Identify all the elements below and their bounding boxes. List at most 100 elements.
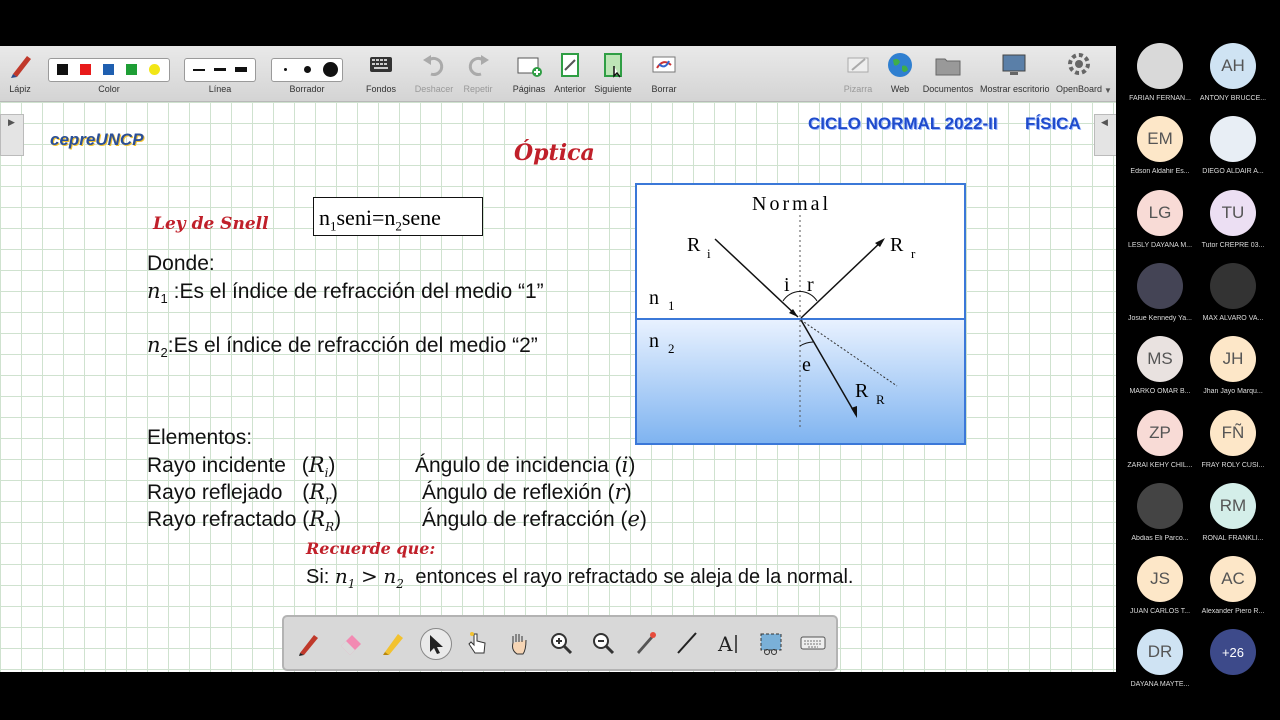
participant-name: MARKO OMAR B... xyxy=(1129,388,1191,396)
board-button[interactable]: Pizarra xyxy=(840,50,876,94)
n2-symbol: n xyxy=(147,333,161,357)
hand-tool[interactable] xyxy=(504,628,534,658)
left-palette-handle[interactable]: ▶ xyxy=(0,114,24,156)
snell-formula-box: n1seni=n2sene xyxy=(313,197,483,236)
participant-tile[interactable]: Josue Kennedy Ya... xyxy=(1123,262,1197,322)
n1-label: n xyxy=(649,287,659,309)
rule-n1: n xyxy=(334,564,348,588)
participant-tile[interactable]: +26 xyxy=(1196,629,1270,681)
line-tool[interactable] xyxy=(672,628,702,658)
zoom-out-tool[interactable] xyxy=(588,628,618,658)
line-medium-option[interactable] xyxy=(214,68,226,71)
angle-i-label: i xyxy=(784,274,790,296)
participant-name: Josue Kennedy Ya... xyxy=(1128,314,1192,322)
n1-text: :Es el índice de refracción del medio “1… xyxy=(173,280,544,303)
documents-button[interactable]: Documentos xyxy=(922,50,974,94)
subject-label: FÍSICA xyxy=(1025,114,1081,133)
pen-tool[interactable] xyxy=(294,628,324,658)
participant-initials: JH xyxy=(1222,349,1244,369)
laser-pointer-tool[interactable] xyxy=(630,628,660,658)
clear-button[interactable]: Borrar xyxy=(646,50,682,94)
eraser-small-option[interactable] xyxy=(284,68,287,71)
pencil-tool[interactable]: Lápiz xyxy=(4,50,36,94)
participant-tile[interactable]: DR DAYANA MAYTE... xyxy=(1123,629,1197,688)
line-thick-option[interactable] xyxy=(235,67,247,72)
participant-name: MAX ALVARO VA... xyxy=(1202,314,1264,322)
n2-label: n xyxy=(649,330,659,352)
participant-name: ANTONY BRUCCE... xyxy=(1199,95,1267,102)
formula-middle: seni=n xyxy=(336,205,396,230)
participant-tile[interactable]: MS MARKO OMAR B... xyxy=(1123,336,1197,395)
participant-tile[interactable]: FARIAN FERNAN... xyxy=(1123,43,1197,102)
line-thin-option[interactable] xyxy=(193,69,205,71)
menu-chevron-down-icon[interactable]: ▼ xyxy=(1104,86,1112,95)
color-swatch-green[interactable] xyxy=(126,64,137,75)
participant-tile[interactable]: DIEGO ALDAIR A... xyxy=(1196,116,1270,175)
participant-tile[interactable]: AH ANTONY BRUCCE... xyxy=(1196,43,1270,102)
participant-tile[interactable]: JS JUAN CARLOS T... xyxy=(1123,556,1197,615)
right-palette-handle[interactable]: ◀ xyxy=(1094,114,1116,156)
web-button[interactable]: Web xyxy=(882,50,918,94)
next-page-button[interactable]: Siguiente xyxy=(593,50,633,94)
board-icon xyxy=(847,57,869,73)
n2-symbol-sub: 2 xyxy=(160,345,168,361)
participant-avatar: RM xyxy=(1210,482,1256,529)
color-swatch-blue[interactable] xyxy=(103,64,114,75)
n1-label-sub: 1 xyxy=(668,298,675,313)
highlighter-tool[interactable] xyxy=(378,628,408,658)
laser-pointer-icon xyxy=(637,632,656,654)
text-tool[interactable]: A xyxy=(714,628,744,658)
interact-tool[interactable] xyxy=(462,628,492,658)
color-swatch-red[interactable] xyxy=(80,64,91,75)
participant-name: Alexander Piero R... xyxy=(1201,608,1265,616)
eraser-medium-option[interactable] xyxy=(304,66,311,73)
pages-button[interactable]: Páginas xyxy=(510,50,548,94)
course-header: CICLO NORMAL 2022-II xyxy=(808,114,998,133)
redo-button[interactable]: Repetir xyxy=(458,50,498,94)
collapse-arrow-icon: ◀ xyxy=(1101,117,1108,127)
previous-page-button[interactable]: Anterior xyxy=(552,50,588,94)
angle-name: Ángulo de refracción xyxy=(422,508,615,531)
participant-name: Abdias Eli Parco... xyxy=(1131,534,1189,542)
participant-tile[interactable]: LG LESLY DAYANA M... xyxy=(1123,189,1197,249)
ray-name: Rayo reflejado xyxy=(147,481,283,504)
participant-tile[interactable]: AC Alexander Piero R... xyxy=(1196,556,1270,615)
zoom-in-tool[interactable] xyxy=(546,628,576,658)
color-palette xyxy=(48,58,170,82)
capture-tool[interactable] xyxy=(756,628,786,658)
cepre-logo: cepreUNCP xyxy=(50,130,144,149)
element-row: Rayo reflejado (Rr) xyxy=(147,480,338,508)
where-label: Donde: xyxy=(147,252,215,275)
openboard-menu-button[interactable]: OpenBoard xyxy=(1054,50,1104,94)
n1-symbol: n xyxy=(147,279,161,303)
selector-tool[interactable] xyxy=(420,628,452,660)
participant-tile[interactable]: RM RONAL FRANKLI... xyxy=(1196,482,1270,542)
ray-name: Rayo incidente xyxy=(147,454,286,477)
participant-tile[interactable]: FÑ FRAY ROLY CUSI... xyxy=(1196,409,1270,469)
participant-tile[interactable]: TU Tutor CREPRE 03... xyxy=(1196,189,1270,249)
participant-photo xyxy=(1210,262,1256,309)
color-swatch-black[interactable] xyxy=(57,64,68,75)
participant-tile[interactable]: JH Jhan Jayo Marqu... xyxy=(1196,336,1270,395)
eraser-large-option[interactable] xyxy=(323,62,338,77)
color-swatch-yellow[interactable] xyxy=(149,64,160,75)
participant-tile[interactable]: EM Edson Aldahir Es... xyxy=(1123,116,1197,175)
svg-text:A: A xyxy=(717,632,733,656)
whiteboard-page[interactable]: ▶ ◀ cepreUNCP CICLO NORMAL 2022-II FÍSIC… xyxy=(0,102,1116,672)
participant-name: Tutor CREPRE 03... xyxy=(1201,241,1265,249)
angle-symbol: r xyxy=(614,480,625,504)
n2-definition: n2:Es el índice de refracción del medio … xyxy=(147,333,538,360)
participant-tile[interactable]: MAX ALVARO VA... xyxy=(1196,262,1270,322)
participant-tile[interactable]: ZP ZARAI KEHY CHIL... xyxy=(1123,409,1197,469)
undo-button[interactable]: Deshacer xyxy=(414,50,454,94)
show-desktop-button[interactable]: Mostrar escritorio xyxy=(980,50,1050,94)
pencil-icon xyxy=(11,56,31,78)
participant-name: Edson Aldahir Es... xyxy=(1130,168,1190,176)
participant-name: DIEGO ALDAIR A... xyxy=(1202,168,1264,176)
eraser-tool[interactable] xyxy=(336,628,366,658)
backgrounds-button[interactable]: Fondos xyxy=(363,50,399,94)
virtual-keyboard-tool[interactable] xyxy=(798,628,828,658)
participant-tile[interactable]: Abdias Eli Parco... xyxy=(1123,482,1197,542)
participant-avatar: FÑ xyxy=(1210,409,1256,456)
n2-text: :Es el índice de refracción del medio “2… xyxy=(167,334,538,357)
